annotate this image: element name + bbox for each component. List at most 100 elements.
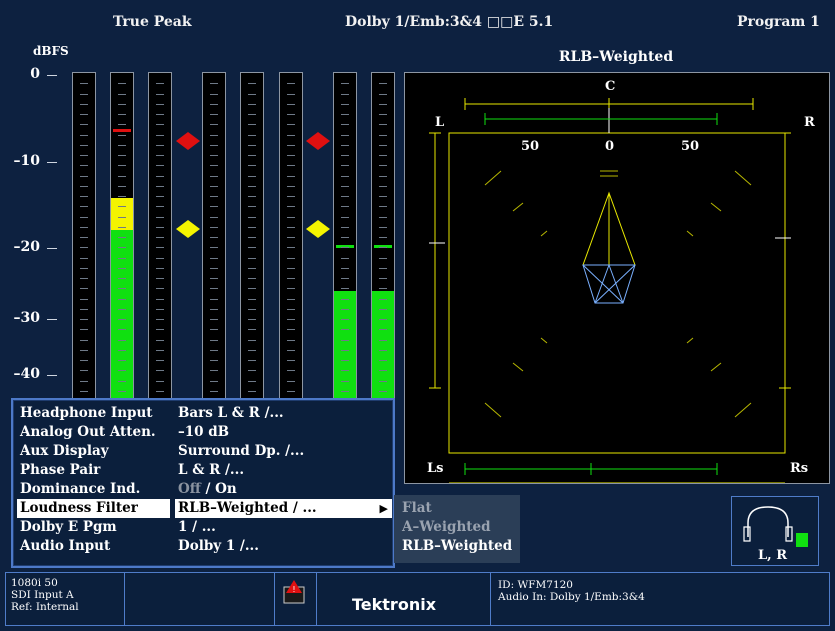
- meter-graduation: [118, 267, 126, 269]
- meter-graduation: [248, 247, 256, 249]
- meter-graduation: [379, 185, 387, 187]
- meter-graduation: [210, 349, 218, 351]
- meter-graduation: [80, 329, 88, 331]
- meter-graduation: [118, 370, 126, 372]
- meter-graduation: [379, 144, 387, 146]
- level-fill-warning: [111, 198, 133, 230]
- meter-graduation: [156, 360, 164, 361]
- meter-graduation: [341, 103, 349, 105]
- meter-graduation: [379, 390, 387, 392]
- meter-graduation: [118, 226, 126, 228]
- meter-graduation: [118, 349, 126, 351]
- meter-graduation: [379, 247, 387, 249]
- meter-graduation: [80, 288, 88, 290]
- headphone-icon: [743, 506, 793, 542]
- meter-graduation: [118, 103, 126, 105]
- meter-graduation: [379, 103, 387, 105]
- menu-item-label: Audio Input: [20, 538, 111, 554]
- meter-graduation: [287, 114, 295, 115]
- meter-graduation: [210, 247, 218, 249]
- meter-graduation: [341, 298, 349, 300]
- meter-graduation: [156, 93, 164, 95]
- meter-graduation: [379, 155, 387, 156]
- meter-graduation: [118, 319, 126, 320]
- meter-graduation: [80, 134, 88, 136]
- meter-graduation: [118, 196, 126, 197]
- submenu-option-a-weighted[interactable]: A–Weighted: [402, 519, 491, 535]
- meter-graduation: [156, 134, 164, 136]
- meter-mode-title: True Peak: [113, 14, 192, 30]
- meter-graduation: [118, 216, 126, 218]
- meter-graduation: [118, 257, 126, 259]
- meter-graduation: [210, 329, 218, 331]
- meter-graduation: [210, 93, 218, 95]
- menu-item-value: RLB–Weighted / ... ▶: [175, 499, 392, 518]
- meter-graduation: [287, 247, 295, 249]
- meter-graduation: [156, 278, 164, 279]
- meter-graduation: [80, 349, 88, 351]
- meter-graduation: [118, 380, 126, 382]
- meter-graduation: [156, 308, 164, 310]
- meter-graduation: [287, 370, 295, 372]
- scale-label-40: –40: [13, 366, 40, 382]
- meter-graduation: [80, 124, 88, 126]
- meter-graduation: [379, 370, 387, 372]
- meter-graduation: [379, 349, 387, 351]
- meter-graduation: [341, 267, 349, 269]
- channel-label-left-surround: Ls: [427, 461, 444, 476]
- meter-graduation: [248, 370, 256, 372]
- scale-tick: [47, 319, 57, 320]
- meter-graduation: [118, 237, 126, 238]
- headphone-indicator: L, R: [731, 496, 819, 566]
- meter-unit-label: dBFS: [33, 44, 69, 58]
- meter-graduation: [248, 278, 256, 279]
- meter-graduation: [248, 103, 256, 105]
- meter-graduation: [210, 308, 218, 310]
- divider: [124, 573, 125, 625]
- meter-graduation: [118, 278, 126, 279]
- meter-graduation: [379, 206, 387, 208]
- meter-graduation: [379, 308, 387, 310]
- meter-graduation: [118, 288, 126, 290]
- option-off: Off: [178, 481, 201, 497]
- meter-graduation: [156, 185, 164, 187]
- submenu-option-flat[interactable]: Flat: [402, 500, 432, 516]
- meter-graduation: [248, 114, 256, 115]
- status-bar: 1080i 50 SDI Input A Ref: Internal ! Tek…: [5, 572, 830, 626]
- meter-graduation: [287, 124, 295, 126]
- meter-graduation: [80, 319, 88, 320]
- surround-plot: [429, 98, 791, 483]
- program-title: Program 1: [737, 14, 820, 30]
- svg-text:!: !: [292, 585, 295, 594]
- menu-item-label: Aux Display: [20, 443, 109, 459]
- meter-graduation: [156, 339, 164, 341]
- meter-graduation: [379, 288, 387, 290]
- menu-item-label: Headphone Input: [20, 405, 153, 421]
- meter-graduation: [118, 114, 126, 115]
- pair-indicator-diamonds: [176, 132, 330, 238]
- meter-graduation: [156, 380, 164, 382]
- meter-graduation: [118, 339, 126, 341]
- meter-graduation: [379, 380, 387, 382]
- meter-graduation: [156, 144, 164, 146]
- meter-graduation: [80, 144, 88, 146]
- meter-graduation: [156, 247, 164, 249]
- red-diamond-icon: [176, 132, 200, 150]
- meter-graduation: [379, 124, 387, 126]
- meter-graduation: [80, 93, 88, 95]
- meter-graduation: [248, 257, 256, 259]
- surround-sound-display: C L R Ls Rs 50 0 50: [404, 72, 830, 484]
- reference-source: Ref: Internal: [11, 601, 79, 613]
- meter-graduation: [156, 206, 164, 208]
- meter-graduation: [248, 308, 256, 310]
- meter-graduation: [210, 257, 218, 259]
- meter-graduation: [80, 175, 88, 177]
- audio-input-status: Audio In: Dolby 1/Emb:3&4: [498, 591, 645, 603]
- submenu-option-rlb-weighted[interactable]: RLB–Weighted: [402, 538, 512, 554]
- meter-graduation: [80, 308, 88, 310]
- meter-graduation: [80, 155, 88, 156]
- meter-graduation: [248, 298, 256, 300]
- meter-graduation: [210, 319, 218, 320]
- meter-graduation: [118, 390, 126, 392]
- meter-graduation: [80, 360, 88, 361]
